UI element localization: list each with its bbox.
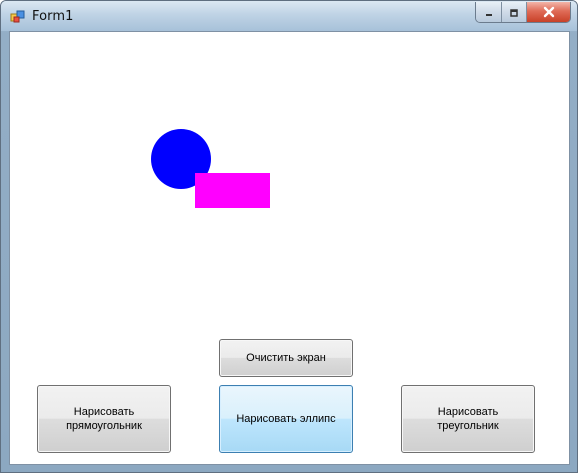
maximize-button[interactable] (502, 2, 527, 22)
minimize-button[interactable] (476, 2, 502, 22)
magenta-rectangle-shape (195, 173, 270, 208)
maximize-icon (509, 3, 519, 22)
close-icon (543, 3, 555, 22)
drawing-area[interactable]: Очистить экран Нарисовать прямоугольник … (9, 31, 570, 465)
minimize-icon (484, 3, 494, 22)
window-title: Form1 (32, 9, 74, 24)
draw-ellipse-button[interactable]: Нарисовать эллипс (219, 385, 353, 453)
form-app-icon[interactable] (10, 9, 26, 25)
title-bar[interactable]: Form1 (1, 1, 577, 31)
caption-buttons (475, 2, 571, 23)
draw-rectangle-button[interactable]: Нарисовать прямоугольник (37, 385, 171, 453)
application-window: Form1 Очистить экран Нарисовать прямоуго… (0, 0, 578, 473)
clear-screen-button[interactable]: Очистить экран (219, 339, 353, 377)
draw-triangle-button[interactable]: Нарисовать треугольник (401, 385, 535, 453)
close-button[interactable] (527, 2, 570, 22)
